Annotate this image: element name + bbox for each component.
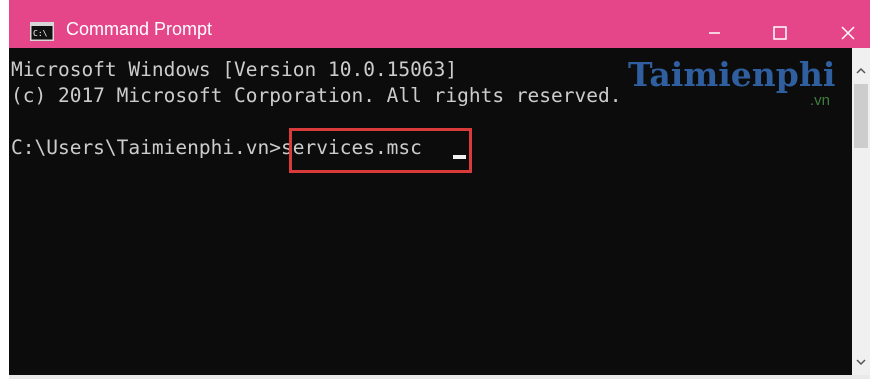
window-bottom-border (9, 375, 870, 379)
close-icon (841, 26, 855, 40)
cmd-icon: C:\ (30, 22, 54, 41)
svg-text:C:\: C:\ (33, 29, 48, 38)
scroll-down-button[interactable] (852, 353, 870, 371)
console-line-version: Microsoft Windows [Version 10.0.15063] (11, 58, 458, 81)
minimize-button[interactable] (689, 8, 739, 48)
scroll-thumb[interactable] (854, 84, 868, 148)
watermark-brand: Taimienphi (628, 55, 835, 94)
title-bar[interactable]: C:\ Command Prompt (9, 0, 870, 48)
command-prompt-window: C:\ Command Prompt Microsoft Windows [Ve… (0, 0, 870, 379)
console-line-copyright: (c) 2017 Microsoft Corporation. All righ… (11, 84, 622, 107)
close-button[interactable] (821, 8, 870, 48)
scroll-up-button[interactable] (852, 62, 870, 80)
window-title: Command Prompt (66, 19, 213, 39)
command-highlight-box (289, 128, 472, 173)
taimienphi-watermark: Taimienphi .vn (628, 55, 835, 109)
chevron-down-icon (856, 359, 866, 366)
watermark-tld: .vn (810, 92, 830, 109)
chevron-up-icon (856, 67, 866, 74)
maximize-button[interactable] (754, 8, 804, 48)
minimize-icon (709, 32, 720, 34)
vertical-scrollbar[interactable] (852, 48, 870, 375)
maximize-icon (773, 26, 787, 40)
